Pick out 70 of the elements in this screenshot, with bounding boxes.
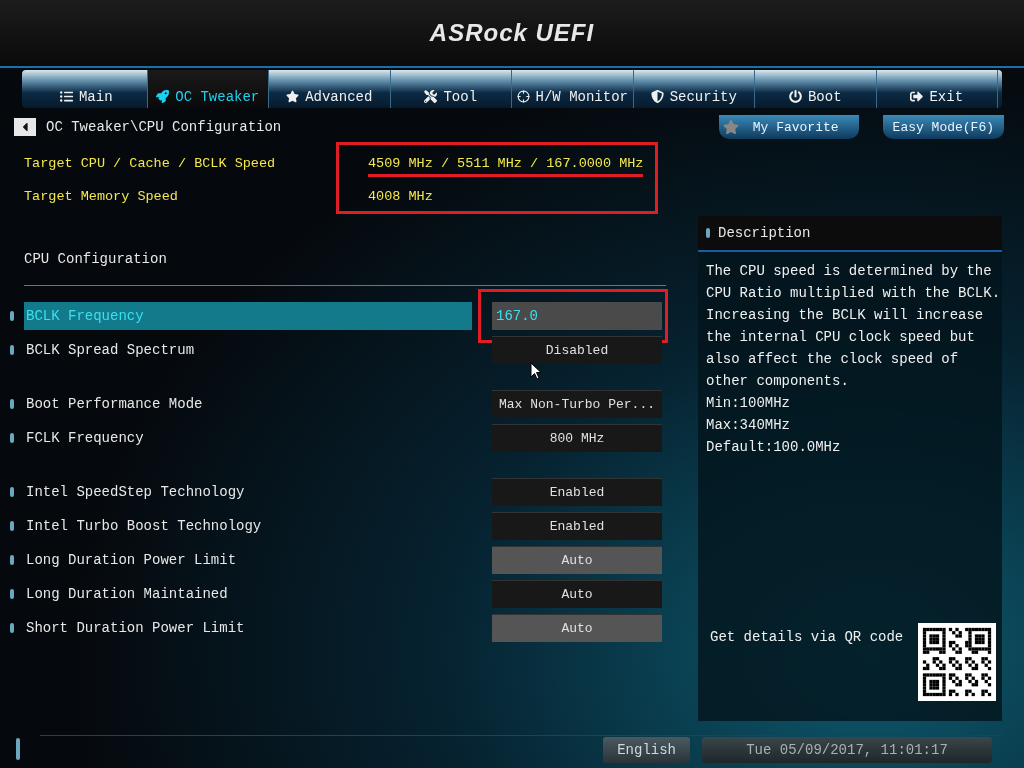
- tab-icon: [650, 90, 664, 103]
- option-selector[interactable]: Auto: [492, 580, 662, 608]
- menu-tab[interactable]: Advanced: [269, 70, 391, 108]
- menu-tab[interactable]: OC Tweaker: [147, 70, 269, 108]
- option-selector[interactable]: Auto: [492, 546, 662, 574]
- setting-label[interactable]: Long Duration Maintained: [24, 580, 472, 608]
- bullet-icon: [10, 399, 14, 409]
- bullet-icon: [10, 521, 14, 531]
- target-value: 4509 MHz / 5511 MHz / 167.0000 MHz: [368, 156, 644, 177]
- date-time: Tue 05/09/2017, 11:01:17: [702, 736, 992, 763]
- bullet-icon: [10, 311, 14, 321]
- setting-label[interactable]: Long Duration Power Limit: [24, 546, 472, 574]
- menu-tab[interactable]: Main: [26, 70, 148, 108]
- tab-icon: [156, 90, 170, 103]
- menu-tab[interactable]: Boot: [755, 70, 877, 108]
- setting-label[interactable]: Intel SpeedStep Technology: [24, 478, 472, 506]
- setting-label[interactable]: Intel Turbo Boost Technology: [24, 512, 472, 540]
- target-label: Target Memory Speed: [24, 189, 179, 206]
- panel-title: Description: [718, 225, 811, 241]
- tab-icon: [59, 90, 73, 103]
- description-text: Increasing the BCLK will increase: [706, 306, 985, 325]
- section-title: CPU Configuration: [24, 251, 168, 267]
- breadcrumb: OC Tweaker\CPU Configuration: [46, 119, 283, 135]
- description-text: other components.: [706, 372, 850, 391]
- star-icon: [722, 119, 739, 135]
- tab-icon: [286, 90, 300, 103]
- qr-caption: Get details via QR code: [710, 629, 904, 647]
- option-selector[interactable]: Auto: [492, 614, 662, 642]
- bullet-icon: [10, 589, 14, 599]
- tab-icon: [424, 90, 438, 103]
- bullet-icon: [10, 487, 14, 497]
- option-selector[interactable]: Enabled: [492, 478, 662, 506]
- value-input-field[interactable]: 167.0: [492, 302, 662, 330]
- option-selector[interactable]: Disabled: [492, 336, 662, 364]
- menu-tab[interactable]: H/W Monitor: [512, 70, 634, 108]
- logo: ASRock UEFI: [429, 19, 595, 47]
- menu-tab[interactable]: Tool: [390, 70, 512, 108]
- option-selector[interactable]: 800 MHz: [492, 424, 662, 452]
- tab-icon: [516, 90, 530, 103]
- menu-tab[interactable]: Security: [633, 70, 755, 108]
- target-label: Target CPU / Cache / BCLK Speed: [24, 156, 277, 173]
- description-text: the internal CPU clock speed but: [706, 328, 976, 347]
- description-text: The CPU speed is determined by the: [706, 262, 993, 281]
- menu-tab[interactable]: Exit: [876, 70, 998, 108]
- target-value: 4008 MHz: [368, 189, 433, 206]
- bullet-icon: [706, 228, 710, 238]
- description-text: Default:100.0MHz: [706, 438, 842, 457]
- description-text: Min:100MHz: [706, 394, 791, 413]
- description-text: CPU Ratio multiplied with the BCLK.: [706, 284, 1002, 303]
- tab-icon: [910, 90, 924, 103]
- bullet-icon: [10, 623, 14, 633]
- setting-label[interactable]: BCLK Spread Spectrum: [24, 336, 472, 364]
- language-button[interactable]: English: [603, 736, 690, 763]
- option-selector[interactable]: Enabled: [492, 512, 662, 540]
- my-favorite-button[interactable]: My Favorite: [718, 115, 859, 139]
- description-text: also affect the clock speed of: [706, 350, 960, 369]
- bullet-icon: [10, 433, 14, 443]
- bullet-icon: [16, 738, 20, 760]
- setting-label[interactable]: FCLK Frequency: [24, 424, 472, 452]
- description-text: Max:340MHz: [706, 416, 791, 435]
- qr-code-icon: [918, 623, 996, 701]
- mouse-cursor-icon: [530, 362, 542, 380]
- easy-mode-button[interactable]: Easy Mode(F6): [882, 115, 1004, 139]
- tab-icon: [788, 90, 802, 103]
- back-button[interactable]: [14, 118, 36, 136]
- option-selector[interactable]: Max Non-Turbo Per...: [492, 390, 662, 418]
- bullet-icon: [10, 345, 14, 355]
- setting-label[interactable]: Boot Performance Mode: [24, 390, 472, 418]
- bullet-icon: [10, 555, 14, 565]
- setting-label[interactable]: Short Duration Power Limit: [24, 614, 472, 642]
